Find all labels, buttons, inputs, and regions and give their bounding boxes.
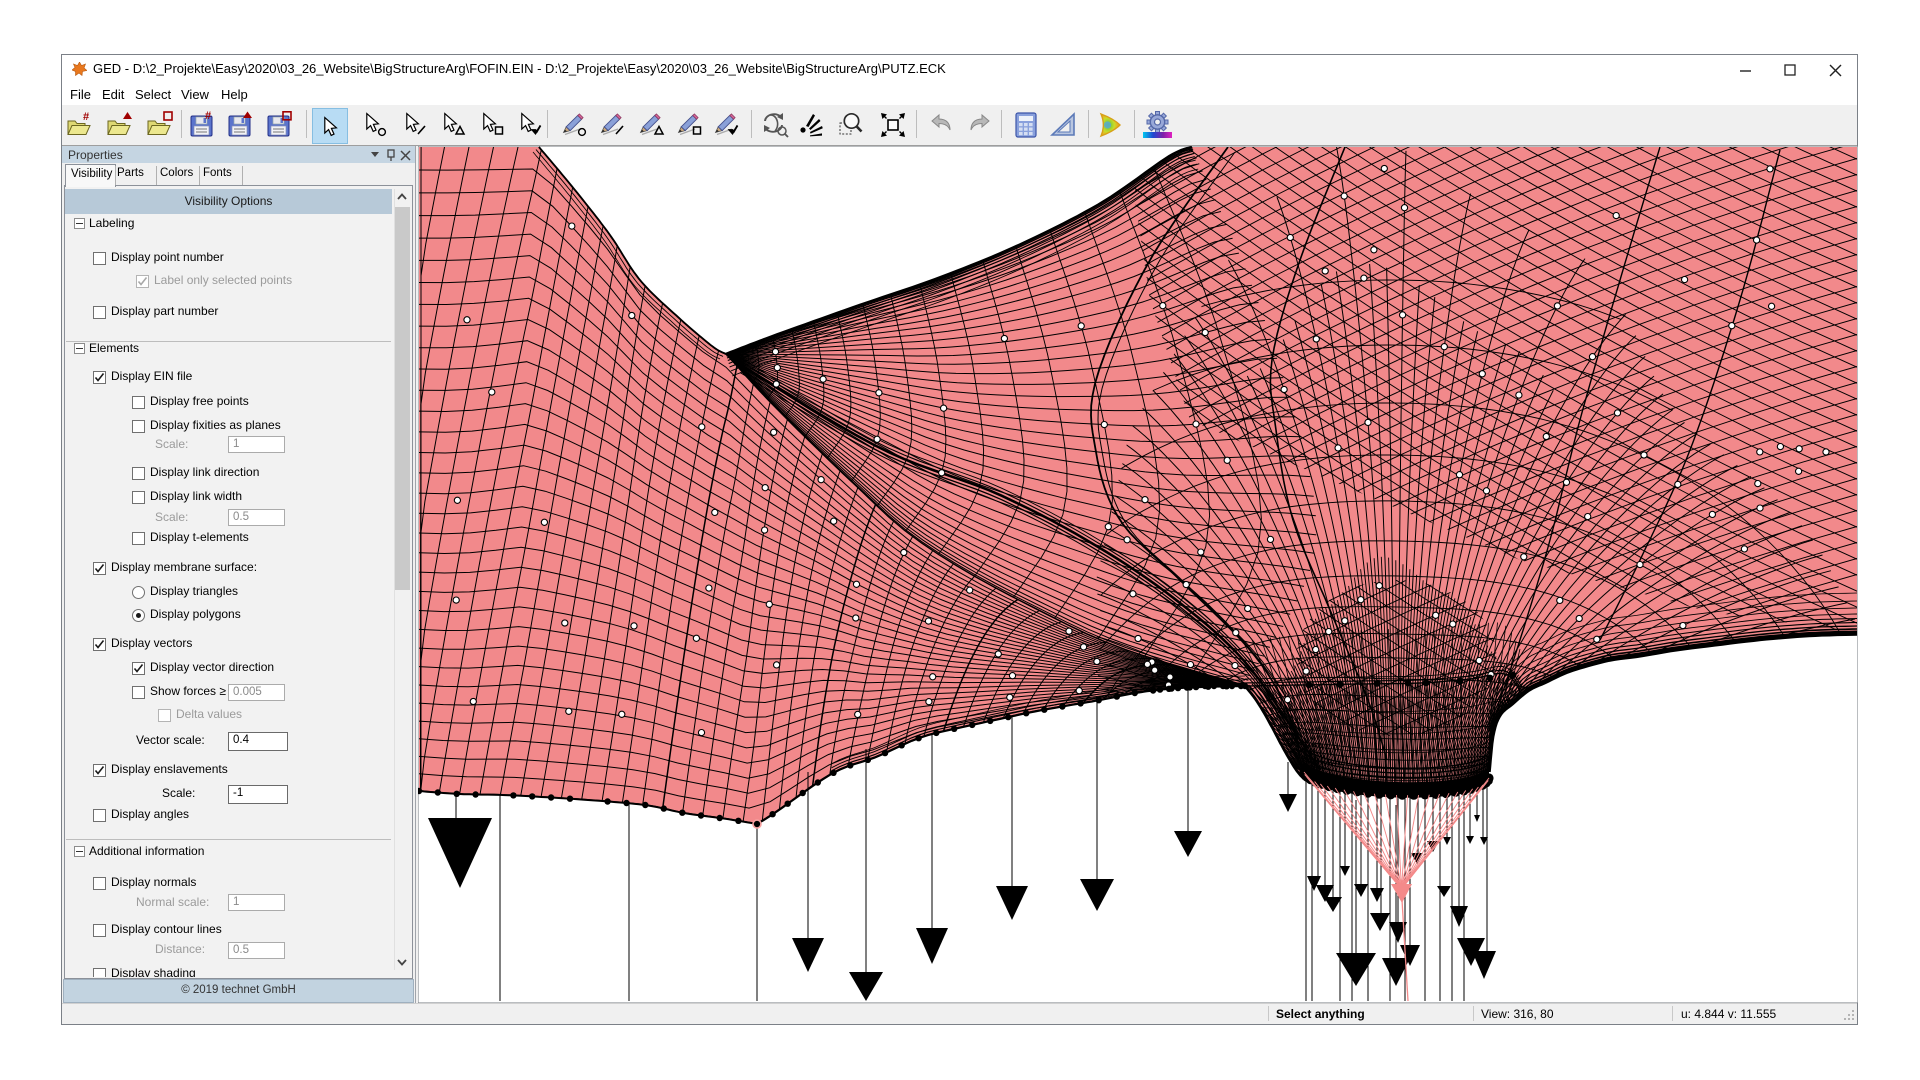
- svg-text:#: #: [205, 111, 211, 122]
- svg-text:#: #: [83, 111, 89, 123]
